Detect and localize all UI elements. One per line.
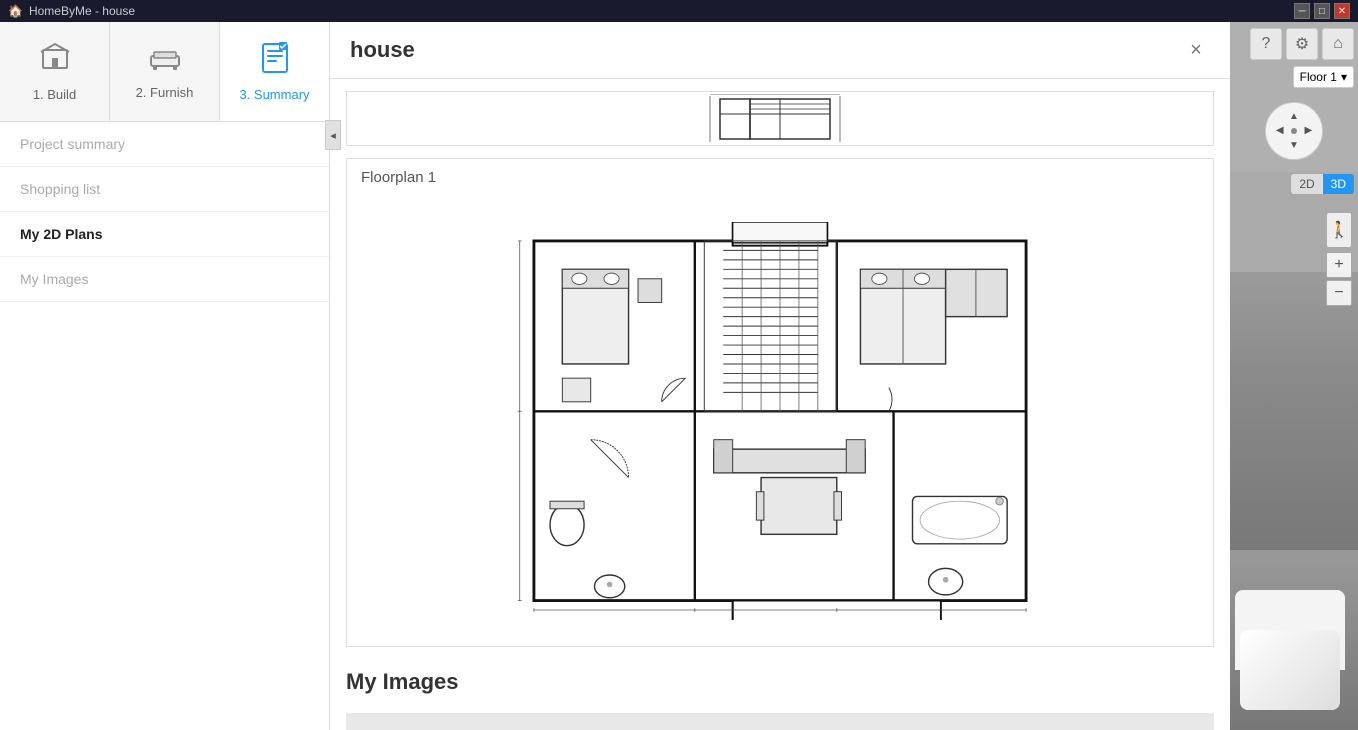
- modal-close-button[interactable]: ×: [1182, 36, 1210, 64]
- app-icon: 🏠: [8, 4, 23, 18]
- nav-my-2d-plans-label: My 2D Plans: [20, 226, 102, 242]
- floorplan-header: Floorplan 1: [347, 159, 1213, 196]
- tab-build-label: 1. Build: [33, 87, 76, 102]
- zoom-controls: + −: [1326, 252, 1352, 306]
- tab-furnish[interactable]: 2. Furnish: [110, 22, 220, 121]
- home-button[interactable]: ⌂: [1322, 28, 1354, 60]
- nav-right[interactable]: ▶: [1302, 124, 1315, 137]
- top-partial-section: [346, 91, 1214, 146]
- modal-header: house ×: [330, 22, 1230, 79]
- titlebar-title: HomeByMe - house: [29, 4, 135, 18]
- tab-build[interactable]: 1. Build: [0, 22, 110, 121]
- floorplan-svg: [515, 222, 1045, 620]
- furnish-icon: [149, 44, 181, 79]
- app-body: 1. Build 2. Furnish: [0, 22, 1358, 730]
- 3d-view-button[interactable]: 3D: [1323, 174, 1354, 194]
- modal-content[interactable]: Floorplan 1: [330, 79, 1230, 730]
- floor-selector-label: Floor 1: [1300, 70, 1337, 84]
- nav-my-images-label: My Images: [20, 271, 88, 287]
- minimize-button[interactable]: ─: [1294, 3, 1310, 19]
- nav-cross-grid: ▲ ◀ ▶ ▼: [1273, 110, 1315, 152]
- person-icon[interactable]: 🚶: [1326, 212, 1352, 248]
- scene-floor: [1230, 550, 1358, 730]
- tab-summary-label: 3. Summary: [239, 87, 309, 102]
- nav-shopping-list[interactable]: Shopping list: [0, 167, 329, 212]
- modal-title: house: [350, 37, 415, 63]
- my-images-section: My Images: [346, 659, 1214, 730]
- images-placeholder: [346, 713, 1214, 730]
- nav-project-summary-label: Project summary: [20, 136, 125, 152]
- modal-panel: house ×: [330, 22, 1230, 730]
- close-window-button[interactable]: ✕: [1334, 3, 1350, 19]
- zoom-out-button[interactable]: −: [1326, 280, 1352, 306]
- floor-selector[interactable]: Floor 1 ▾: [1293, 66, 1354, 88]
- sidebar: 1. Build 2. Furnish: [0, 22, 330, 730]
- summary-icon: [261, 42, 289, 81]
- floorplan-title: Floorplan 1: [361, 169, 436, 186]
- floor-dropdown-icon: ▾: [1341, 70, 1347, 84]
- top-partial-svg: [630, 94, 930, 144]
- floorplan-section: Floorplan 1: [346, 158, 1214, 647]
- tab-summary[interactable]: 3. Summary: [220, 22, 329, 121]
- nav-my-2d-plans[interactable]: My 2D Plans: [0, 212, 329, 257]
- titlebar-left: 🏠 HomeByMe - house: [8, 4, 135, 18]
- right-panel: ? ⚙ ⌂ Floor 1 ▾ ▲ ◀ ▶ ▼: [1230, 22, 1358, 730]
- nav-cross[interactable]: ▲ ◀ ▶ ▼: [1265, 102, 1323, 160]
- zoom-in-button[interactable]: +: [1326, 252, 1352, 278]
- nav-my-images[interactable]: My Images: [0, 257, 329, 302]
- titlebar-controls[interactable]: ─ □ ✕: [1294, 3, 1350, 19]
- nav-up[interactable]: ▲: [1287, 110, 1300, 123]
- nav-list: Project summary Shopping list My 2D Plan…: [0, 122, 329, 302]
- help-button[interactable]: ?: [1250, 28, 1282, 60]
- maximize-button[interactable]: □: [1314, 3, 1330, 19]
- settings-button[interactable]: ⚙: [1286, 28, 1318, 60]
- top-right-controls: ? ⚙ ⌂: [1250, 28, 1354, 60]
- nav-left[interactable]: ◀: [1273, 124, 1286, 137]
- tab-bar: 1. Build 2. Furnish: [0, 22, 329, 122]
- my-images-title: My Images: [346, 659, 1214, 705]
- sink-3d: [1235, 590, 1345, 670]
- nav-down[interactable]: ▼: [1287, 139, 1300, 152]
- floorplan-canvas: [347, 196, 1213, 646]
- sidebar-collapse-arrow[interactable]: ◂: [325, 120, 341, 150]
- nav-shopping-list-label: Shopping list: [20, 181, 100, 197]
- 2d-view-button[interactable]: 2D: [1291, 174, 1322, 194]
- nav-center[interactable]: [1287, 124, 1300, 137]
- view-toggle: 2D 3D: [1291, 174, 1354, 194]
- titlebar: 🏠 HomeByMe - house ─ □ ✕: [0, 0, 1358, 22]
- nav-project-summary[interactable]: Project summary: [0, 122, 329, 167]
- tab-furnish-label: 2. Furnish: [136, 85, 194, 100]
- build-icon: [39, 42, 71, 81]
- main-area: house ×: [330, 22, 1230, 730]
